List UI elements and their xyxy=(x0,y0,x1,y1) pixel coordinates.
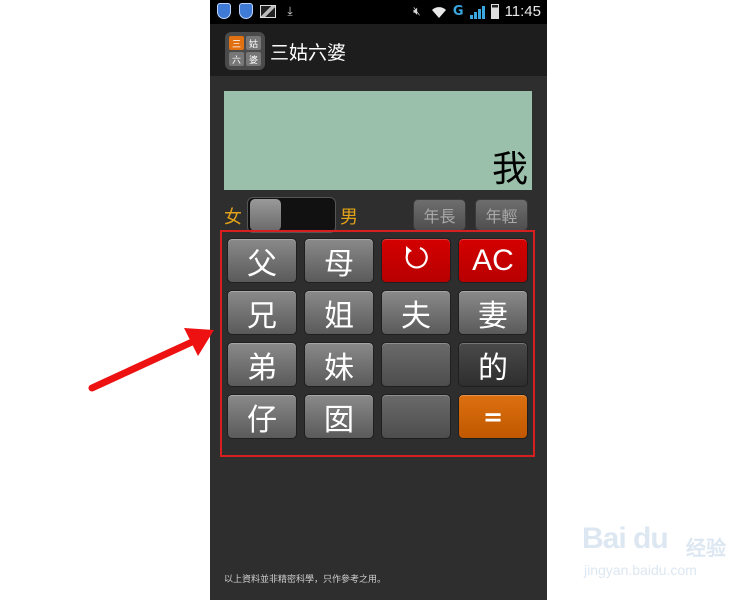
network-type-label: G xyxy=(452,4,464,19)
key-elder-sister[interactable]: 姐 xyxy=(304,290,374,335)
younger-button[interactable]: 年輕 xyxy=(475,199,528,231)
screenshot-stage: ⤓ 🔇︎ G 11:45 三 姑 六 婆 三姑六婆 我 女 男 年長 年輕 父 … xyxy=(0,0,756,600)
key-husband[interactable]: 夫 xyxy=(381,290,451,335)
keypad-highlight-frame: 父 母 AC 兄 姐 夫 妻 弟 妹 的 仔 囡 = xyxy=(220,230,535,457)
red-arrow-annotation xyxy=(88,328,214,392)
key-daughter[interactable]: 囡 xyxy=(304,394,374,439)
older-button[interactable]: 年長 xyxy=(413,199,466,231)
key-blank[interactable] xyxy=(381,342,451,387)
app-title: 三姑六婆 xyxy=(270,42,347,64)
app-icon-char: 六 xyxy=(229,52,244,66)
undo-button[interactable] xyxy=(381,238,451,283)
status-bar: ⤓ 🔇︎ G 11:45 xyxy=(210,0,547,24)
signal-icon xyxy=(469,5,485,19)
app-icon-char: 姑 xyxy=(246,36,261,50)
key-son[interactable]: 仔 xyxy=(227,394,297,439)
equals-button[interactable]: = xyxy=(458,394,528,439)
key-younger-brother[interactable]: 弟 xyxy=(227,342,297,387)
shield-icon xyxy=(238,3,254,19)
result-display: 我 xyxy=(224,91,532,190)
male-label: 男 xyxy=(340,207,358,228)
image-icon xyxy=(260,3,276,19)
wifi-icon xyxy=(431,4,447,20)
key-blank[interactable] xyxy=(381,394,451,439)
watermark-logo: Bai du xyxy=(582,522,669,555)
disclaimer-text: 以上資料並非精密科學，只作參考之用。 xyxy=(224,575,387,585)
app-icon-char: 婆 xyxy=(246,52,261,66)
key-wife[interactable]: 妻 xyxy=(458,290,528,335)
phone-screen: ⤓ 🔇︎ G 11:45 三 姑 六 婆 三姑六婆 我 女 男 年長 年輕 父 … xyxy=(210,0,547,600)
key-younger-sister[interactable]: 妹 xyxy=(304,342,374,387)
gender-row: 女 男 年長 年輕 xyxy=(224,197,532,233)
gender-toggle-knob[interactable] xyxy=(250,199,281,231)
watermark-text: 经验 xyxy=(686,536,726,560)
clear-all-button[interactable]: AC xyxy=(458,238,528,283)
display-text: 我 xyxy=(491,149,528,191)
key-elder-brother[interactable]: 兄 xyxy=(227,290,297,335)
female-label: 女 xyxy=(224,207,242,228)
shield-icon xyxy=(216,3,232,19)
status-bar-left: ⤓ xyxy=(216,3,298,19)
gender-toggle[interactable] xyxy=(247,197,336,233)
watermark-url: jingyan.baidu.com xyxy=(584,562,697,578)
key-possessive[interactable]: 的 xyxy=(458,342,528,387)
app-icon-char: 三 xyxy=(229,36,244,50)
status-time: 11:45 xyxy=(504,3,541,20)
battery-icon xyxy=(490,4,499,19)
key-father[interactable]: 父 xyxy=(227,238,297,283)
status-bar-right: 🔇︎ G 11:45 xyxy=(409,3,541,20)
mute-icon: 🔇︎ xyxy=(413,4,421,18)
key-mother[interactable]: 母 xyxy=(304,238,374,283)
app-icon[interactable]: 三 姑 六 婆 xyxy=(225,32,265,70)
app-bar: 三 姑 六 婆 三姑六婆 xyxy=(210,24,547,76)
download-icon: ⤓ xyxy=(287,3,293,18)
baidu-watermark: Bai du 经验 jingyan.baidu.com xyxy=(576,516,726,586)
undo-icon xyxy=(401,242,431,280)
